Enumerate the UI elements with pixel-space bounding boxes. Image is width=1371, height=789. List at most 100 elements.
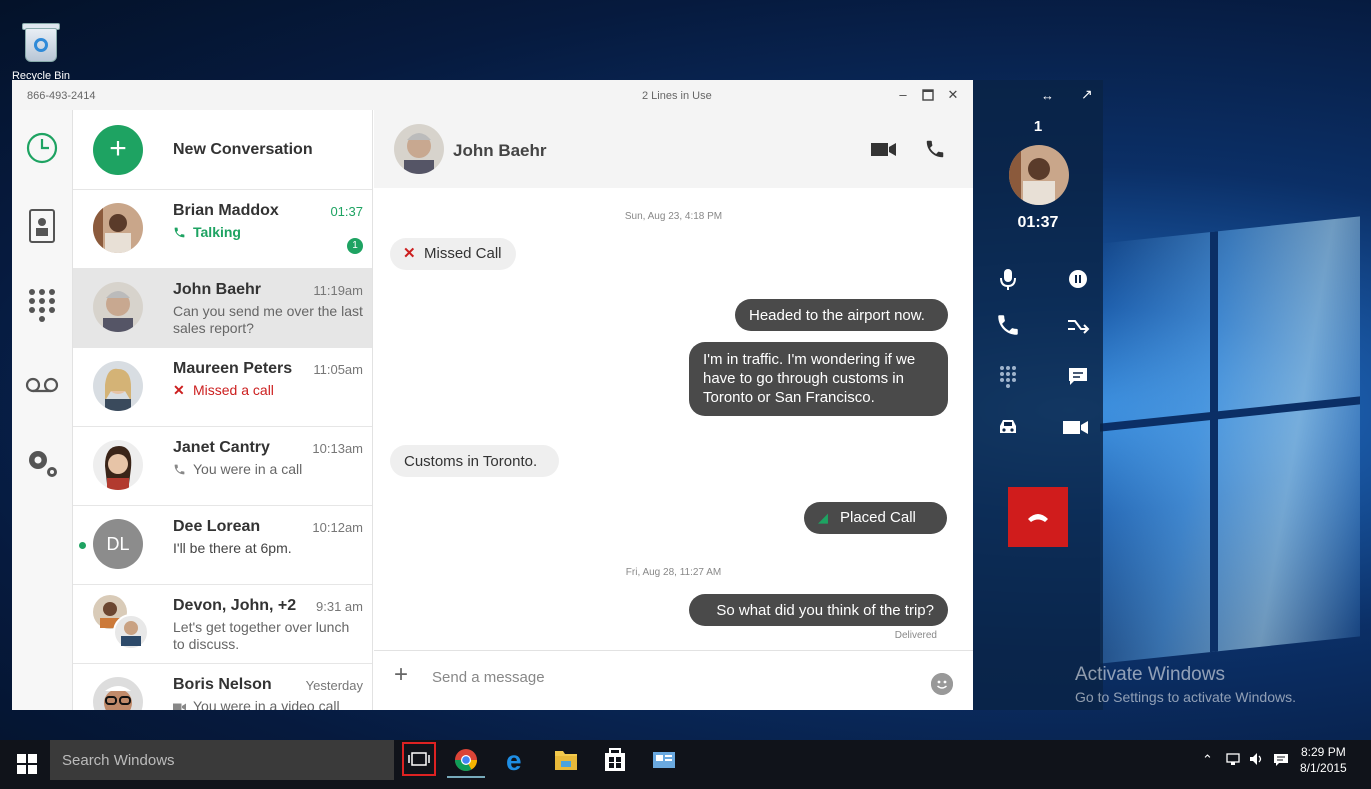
clock-date: 8/1/2015 <box>1300 761 1347 775</box>
nav-rail <box>12 110 73 710</box>
notifications-icon[interactable] <box>1273 752 1289 771</box>
phone-icon <box>926 140 944 158</box>
close-icon[interactable]: ✕ <box>942 84 964 106</box>
recycle-bin-icon <box>22 20 60 62</box>
timestamp-divider: Fri, Aug 28, 11:27 AM <box>625 567 722 578</box>
contact-name: John Baehr <box>173 281 262 298</box>
activate-windows-title: Activate Windows <box>1075 664 1225 685</box>
conversation-item-group[interactable]: Devon, John, +2 9:31 am Let's get togeth… <box>73 584 372 663</box>
network-icon[interactable] <box>1226 752 1242 769</box>
video-icon <box>1063 421 1088 434</box>
video-button[interactable] <box>1063 414 1089 440</box>
taskbar-search[interactable]: Search Windows <box>50 740 394 780</box>
contact-name: Boris Nelson <box>173 676 272 693</box>
transfer-icon <box>1068 320 1090 334</box>
preview-label: Talking <box>193 224 241 240</box>
pause-icon <box>1069 270 1087 288</box>
preview-label: You were in a video call <box>193 698 340 710</box>
app-taskbar-icon[interactable] <box>645 742 683 778</box>
phone-icon <box>174 464 185 475</box>
conversation-item-dee-lorean[interactable]: DL Dee Lorean 10:12am I'll be there at 6… <box>73 505 372 584</box>
caller-avatar <box>1009 145 1069 205</box>
keypad-button[interactable] <box>995 363 1021 389</box>
contact-name: Dee Lorean <box>173 518 261 535</box>
hold-button[interactable] <box>1065 266 1091 292</box>
avatar <box>93 282 143 332</box>
chrome-taskbar-icon[interactable] <box>447 742 485 778</box>
preview-label: Missed a call <box>193 382 274 398</box>
emoji-icon[interactable] <box>931 673 953 695</box>
missed-call-label: Missed Call <box>424 245 502 262</box>
recycle-bin-shortcut[interactable]: Recycle Bin <box>8 20 74 82</box>
edge-taskbar-icon[interactable]: e <box>498 742 536 778</box>
preview-text: Let's get together over lunch to discuss… <box>173 619 350 652</box>
maximize-icon[interactable] <box>917 84 939 106</box>
voicemail-icon[interactable] <box>24 367 60 403</box>
timestamp: 11:05am <box>313 362 363 377</box>
timestamp-divider: Sun, Aug 23, 4:18 PM <box>624 211 723 222</box>
contact-name: Brian Maddox <box>173 202 279 219</box>
message-button[interactable] <box>1065 363 1091 389</box>
volume-icon[interactable] <box>1249 752 1265 769</box>
recent-icon[interactable] <box>24 130 60 166</box>
search-placeholder: Search Windows <box>62 752 175 769</box>
start-button[interactable] <box>17 754 37 774</box>
call-duration: 01:37 <box>330 204 363 219</box>
contact-avatar <box>394 124 444 174</box>
store-taskbar-icon[interactable] <box>596 742 634 778</box>
avatar-initials: DL <box>93 519 143 569</box>
new-conversation-label: New Conversation <box>173 141 313 158</box>
voice-call-button[interactable] <box>924 138 950 160</box>
task-view-button[interactable] <box>402 742 436 776</box>
unread-badge: 1 <box>347 238 363 254</box>
popout-icon[interactable]: ↗ <box>1081 86 1093 103</box>
timestamp: 10:13am <box>312 441 363 456</box>
contact-name: Janet Cantry <box>173 439 270 456</box>
avatar <box>93 677 143 710</box>
dialpad-icon[interactable] <box>24 286 60 322</box>
end-call-button[interactable] <box>1008 487 1068 547</box>
contact-name: John Baehr <box>453 141 547 160</box>
car-icon <box>1000 420 1016 433</box>
conversation-item-boris-nelson[interactable]: Boris Nelson Yesterday You were in a vid… <box>73 663 372 710</box>
taskbar: Search Windows e ⌃ 8:29 PM 8/1/2015 <box>0 740 1371 789</box>
new-conversation-button[interactable]: + New Conversation <box>73 110 372 190</box>
messaging-app-window: 866-493-2414 2 Lines in Use – ✕ + New Co… <box>12 80 973 710</box>
video-call-button[interactable] <box>871 138 897 160</box>
settings-icon[interactable] <box>24 445 60 481</box>
attach-button[interactable]: + <box>394 663 408 687</box>
phone-number: 866-493-2414 <box>27 90 96 102</box>
conversation-item-john-baehr[interactable]: John Baehr 11:19am Can you send me over … <box>73 268 372 347</box>
active-call-panel: ↔ ↗ 1 01:37 <box>973 80 1103 710</box>
microphone-icon <box>1000 269 1016 290</box>
placed-call-event: ◢ Placed Call <box>804 502 947 534</box>
car-mode-button[interactable] <box>995 414 1021 440</box>
expand-arrows-icon[interactable]: ↔ <box>1041 88 1054 103</box>
title-bar: 866-493-2414 2 Lines in Use – ✕ <box>12 80 973 110</box>
timestamp: Yesterday <box>305 678 363 693</box>
chevron-up-icon[interactable]: ⌃ <box>1202 752 1213 768</box>
preview-text: Can you send me over the last sales repo… <box>173 303 363 336</box>
placed-call-icon: ◢ <box>818 510 828 525</box>
transfer-button[interactable] <box>1065 312 1091 338</box>
svg-text:e: e <box>506 745 522 776</box>
phone-add-icon <box>998 315 1018 335</box>
preview-text: I'll be there at 6pm. <box>173 540 292 556</box>
file-explorer-taskbar-icon[interactable] <box>547 742 585 778</box>
message-outgoing: So what did you think of the trip? <box>689 594 948 626</box>
line-count: 1 <box>1033 118 1043 135</box>
message-outgoing: Headed to the airport now. <box>735 299 948 331</box>
missed-call-icon: ✕ <box>403 245 416 262</box>
system-clock[interactable]: 8:29 PM 8/1/2015 <box>1300 744 1347 776</box>
contact-name: Devon, John, +2 <box>173 597 297 614</box>
message-input[interactable] <box>432 669 912 686</box>
conversation-item-janet-cantry[interactable]: Janet Cantry 10:13am You were in a call <box>73 426 372 505</box>
conversation-item-brian-maddox[interactable]: Brian Maddox 01:37 Talking 1 <box>73 189 372 268</box>
phone-icon <box>174 227 185 238</box>
video-icon <box>173 703 186 710</box>
conversation-item-maureen-peters[interactable]: Maureen Peters 11:05am ✕ Missed a call <box>73 347 372 426</box>
mute-button[interactable] <box>995 266 1021 292</box>
minimize-icon[interactable]: – <box>892 84 914 106</box>
add-call-button[interactable] <box>995 312 1021 338</box>
contacts-icon[interactable] <box>24 207 60 243</box>
